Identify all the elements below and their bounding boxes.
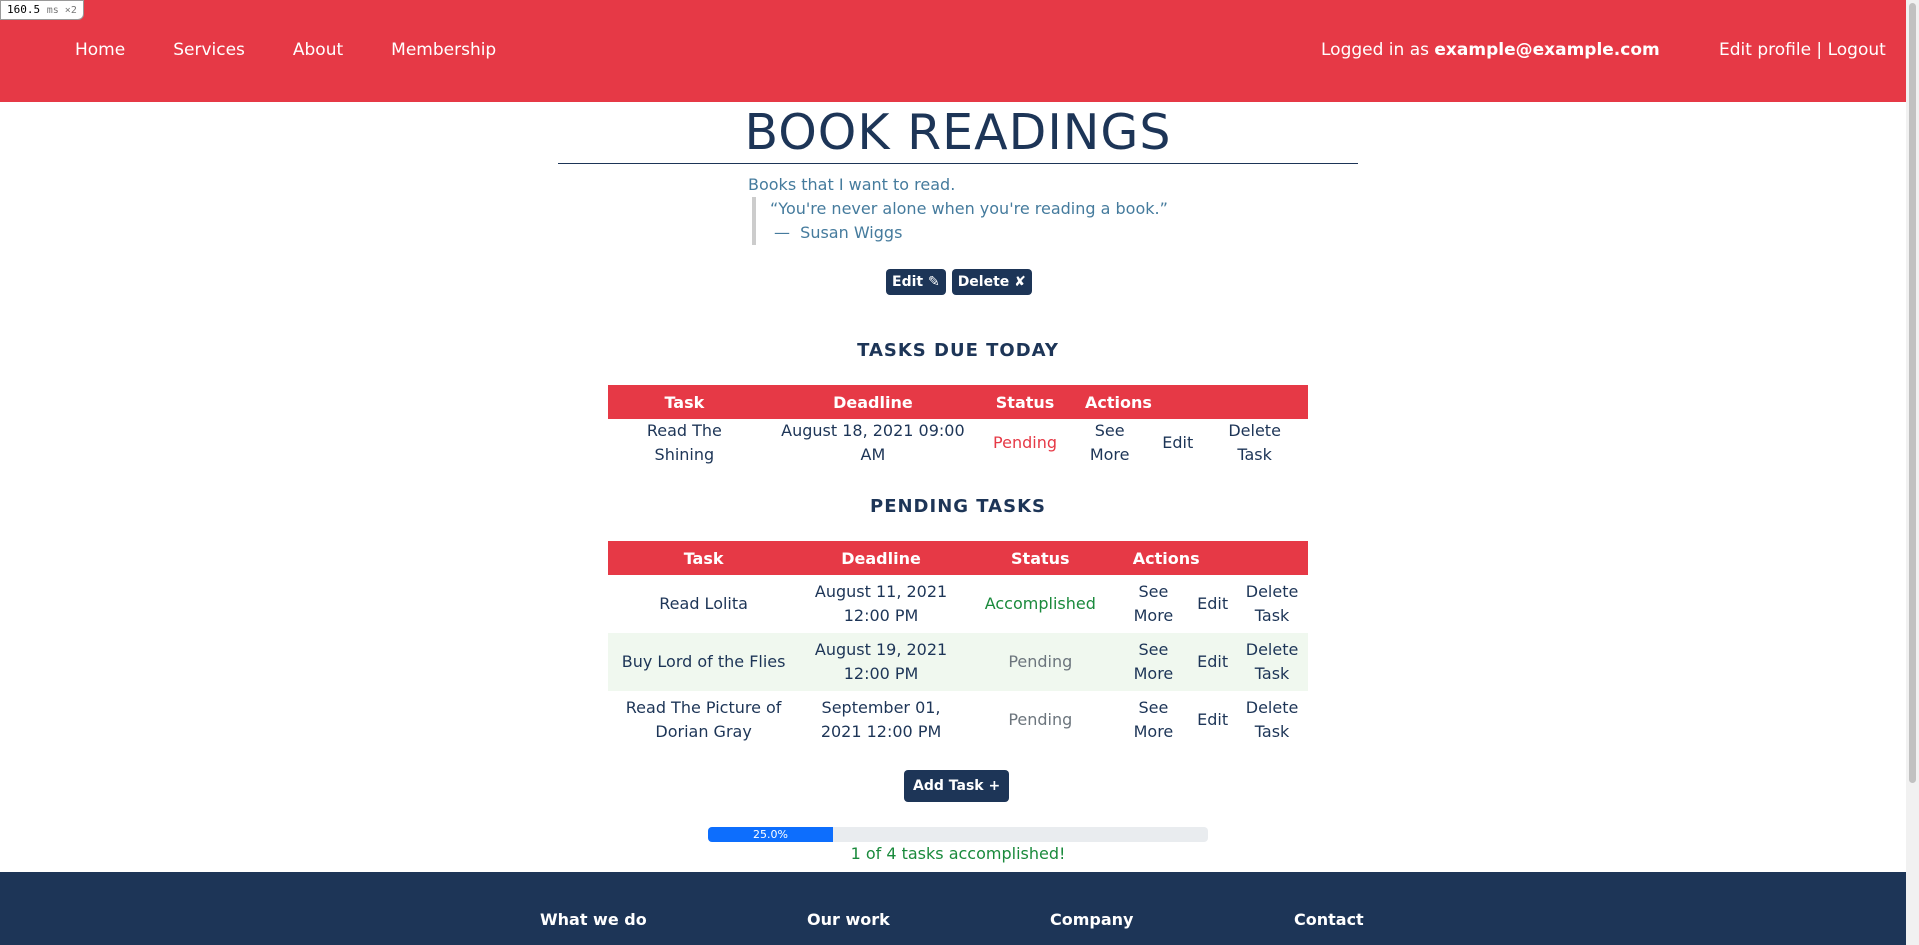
table-row: Read The Shining August 18, 2021 09:00 A…: [608, 419, 1308, 467]
col-actions-header: Actions: [1117, 541, 1308, 575]
task-name: Buy Lord of the Flies: [608, 633, 800, 691]
add-task-button[interactable]: Add Task +: [904, 770, 1010, 802]
quote-text: “You're never alone when you're reading …: [770, 199, 1168, 218]
col-deadline-header: Deadline: [760, 385, 986, 419]
user-email: example@example.com: [1434, 40, 1660, 60]
delete-task-link[interactable]: Delete Task: [1201, 419, 1308, 467]
footer-what-we-do: What we do: [540, 910, 647, 929]
edit-profile-link[interactable]: Edit profile: [1719, 40, 1811, 60]
page-footer: What we do Our work Company Contact: [0, 872, 1906, 945]
logout-link[interactable]: Logout: [1828, 40, 1886, 60]
footer-company: Company: [1050, 910, 1134, 929]
see-more-link[interactable]: See More: [1118, 691, 1189, 749]
edit-task-link[interactable]: Edit: [1154, 419, 1201, 467]
edit-task-link[interactable]: Edit: [1189, 575, 1236, 633]
nav-home-link[interactable]: Home: [75, 40, 125, 60]
task-status: Pending: [993, 433, 1058, 452]
see-more-link[interactable]: See More: [1118, 575, 1189, 633]
task-deadline: August 11, 2021 12:00 PM: [814, 582, 948, 625]
quote-attribution: — Susan Wiggs: [770, 221, 1168, 245]
tasks-due-today-heading: TASKS DUE TODAY: [857, 340, 1059, 361]
logged-in-prefix: Logged in as: [1321, 40, 1435, 60]
table-header-row: Task Deadline Status Actions: [608, 385, 1308, 419]
task-name: Read The Picture of Dorian Gray: [625, 698, 782, 741]
task-deadline: August 19, 2021 12:00 PM: [799, 633, 963, 691]
footer-contact: Contact: [1294, 910, 1364, 929]
task-status: Pending: [962, 633, 1118, 691]
edit-list-button[interactable]: Edit ✎: [886, 269, 946, 295]
delete-task-link[interactable]: Delete Task: [1236, 691, 1308, 749]
edit-task-link[interactable]: Edit: [1189, 633, 1237, 691]
quote-dash: —: [774, 223, 790, 242]
nav-services-link[interactable]: Services: [173, 40, 245, 60]
see-more-link[interactable]: See More: [1117, 633, 1190, 691]
col-status-header: Status: [985, 385, 1066, 419]
edit-task-link[interactable]: Edit: [1189, 691, 1236, 749]
col-task-header: Task: [608, 541, 800, 575]
table-header-row: Task Deadline Status Actions: [608, 541, 1308, 575]
col-status-header: Status: [962, 541, 1118, 575]
list-title: BOOK READINGS: [744, 104, 1172, 161]
list-description: Books that I want to read.: [748, 175, 956, 194]
scrollbar-thumb[interactable]: [1909, 3, 1916, 783]
perf-unit: ms ×2: [46, 5, 77, 16]
title-divider: [558, 163, 1358, 164]
account-links: Edit profile | Logout: [1719, 40, 1886, 60]
col-actions-header: Actions: [1065, 385, 1308, 419]
col-task-header: Task: [608, 385, 761, 419]
task-status: Accomplished: [984, 594, 1096, 613]
pending-tasks-table: Task Deadline Status Actions Read Lolita…: [608, 541, 1308, 749]
see-more-link[interactable]: See More: [1065, 419, 1154, 467]
progress-fill: 25.0%: [708, 827, 833, 842]
delete-task-link[interactable]: Delete Task: [1236, 633, 1308, 691]
task-name: Read The Shining: [646, 421, 722, 464]
tasks-due-today-table: Task Deadline Status Actions Read The Sh…: [608, 385, 1308, 467]
perf-value: 160.5: [7, 3, 41, 16]
page-scrollbar[interactable]: [1906, 0, 1919, 945]
task-name: Read Lolita: [659, 594, 748, 613]
table-row: Buy Lord of the Flies August 19, 2021 12…: [608, 633, 1308, 691]
nav-separator: |: [1811, 40, 1828, 60]
footer-our-work: Our work: [807, 910, 890, 929]
task-deadline: August 18, 2021 09:00 AM: [781, 421, 965, 464]
nav-membership-link[interactable]: Membership: [391, 40, 496, 60]
task-deadline: September 01, 2021 12:00 PM: [820, 698, 942, 741]
task-status: Pending: [1008, 710, 1073, 729]
progress-summary: 1 of 4 tasks accomplished!: [850, 844, 1066, 863]
list-actions: Edit ✎ Delete ✘: [886, 269, 1032, 295]
logged-in-user: Logged in as example@example.com: [1321, 40, 1660, 60]
nav-about-link[interactable]: About: [293, 40, 343, 60]
pending-tasks-heading: PENDING TASKS: [870, 496, 1046, 517]
table-row: Read Lolita August 11, 2021 12:00 PM Acc…: [608, 575, 1308, 633]
nav-links: Home Services About Membership: [75, 40, 496, 60]
delete-task-link[interactable]: Delete Task: [1236, 575, 1308, 633]
col-deadline-header: Deadline: [799, 541, 963, 575]
delete-list-button[interactable]: Delete ✘: [951, 269, 1032, 295]
quote-author: Susan Wiggs: [800, 223, 903, 242]
list-quote: “You're never alone when you're reading …: [752, 197, 1168, 245]
perf-timing-badge: 160.5 ms ×2: [0, 0, 84, 20]
top-navbar: Home Services About Membership Logged in…: [0, 0, 1906, 102]
task-progress-bar: 25.0%: [708, 827, 1208, 842]
table-row: Read The Picture of Dorian Gray Septembe…: [608, 691, 1308, 749]
